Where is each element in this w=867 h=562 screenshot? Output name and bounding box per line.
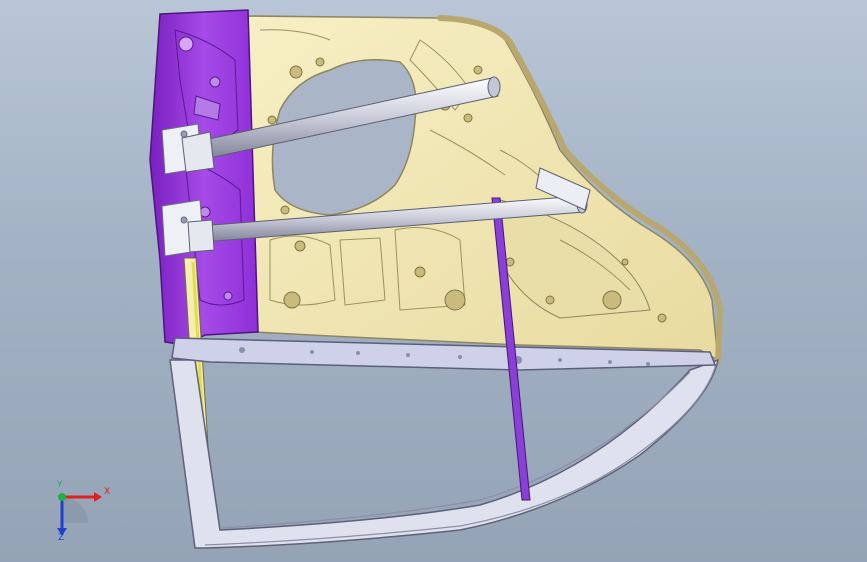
coordinate-triad (57, 492, 102, 536)
cad-viewport[interactable]: X Y Z (0, 0, 867, 562)
triad-shadow (62, 497, 88, 523)
z-axis-label: Z (58, 533, 65, 543)
x-axis-arrowhead (94, 492, 102, 502)
y-axis-label: Y (57, 480, 63, 490)
y-axis-dot (58, 493, 66, 501)
x-axis-label: X (104, 487, 111, 497)
